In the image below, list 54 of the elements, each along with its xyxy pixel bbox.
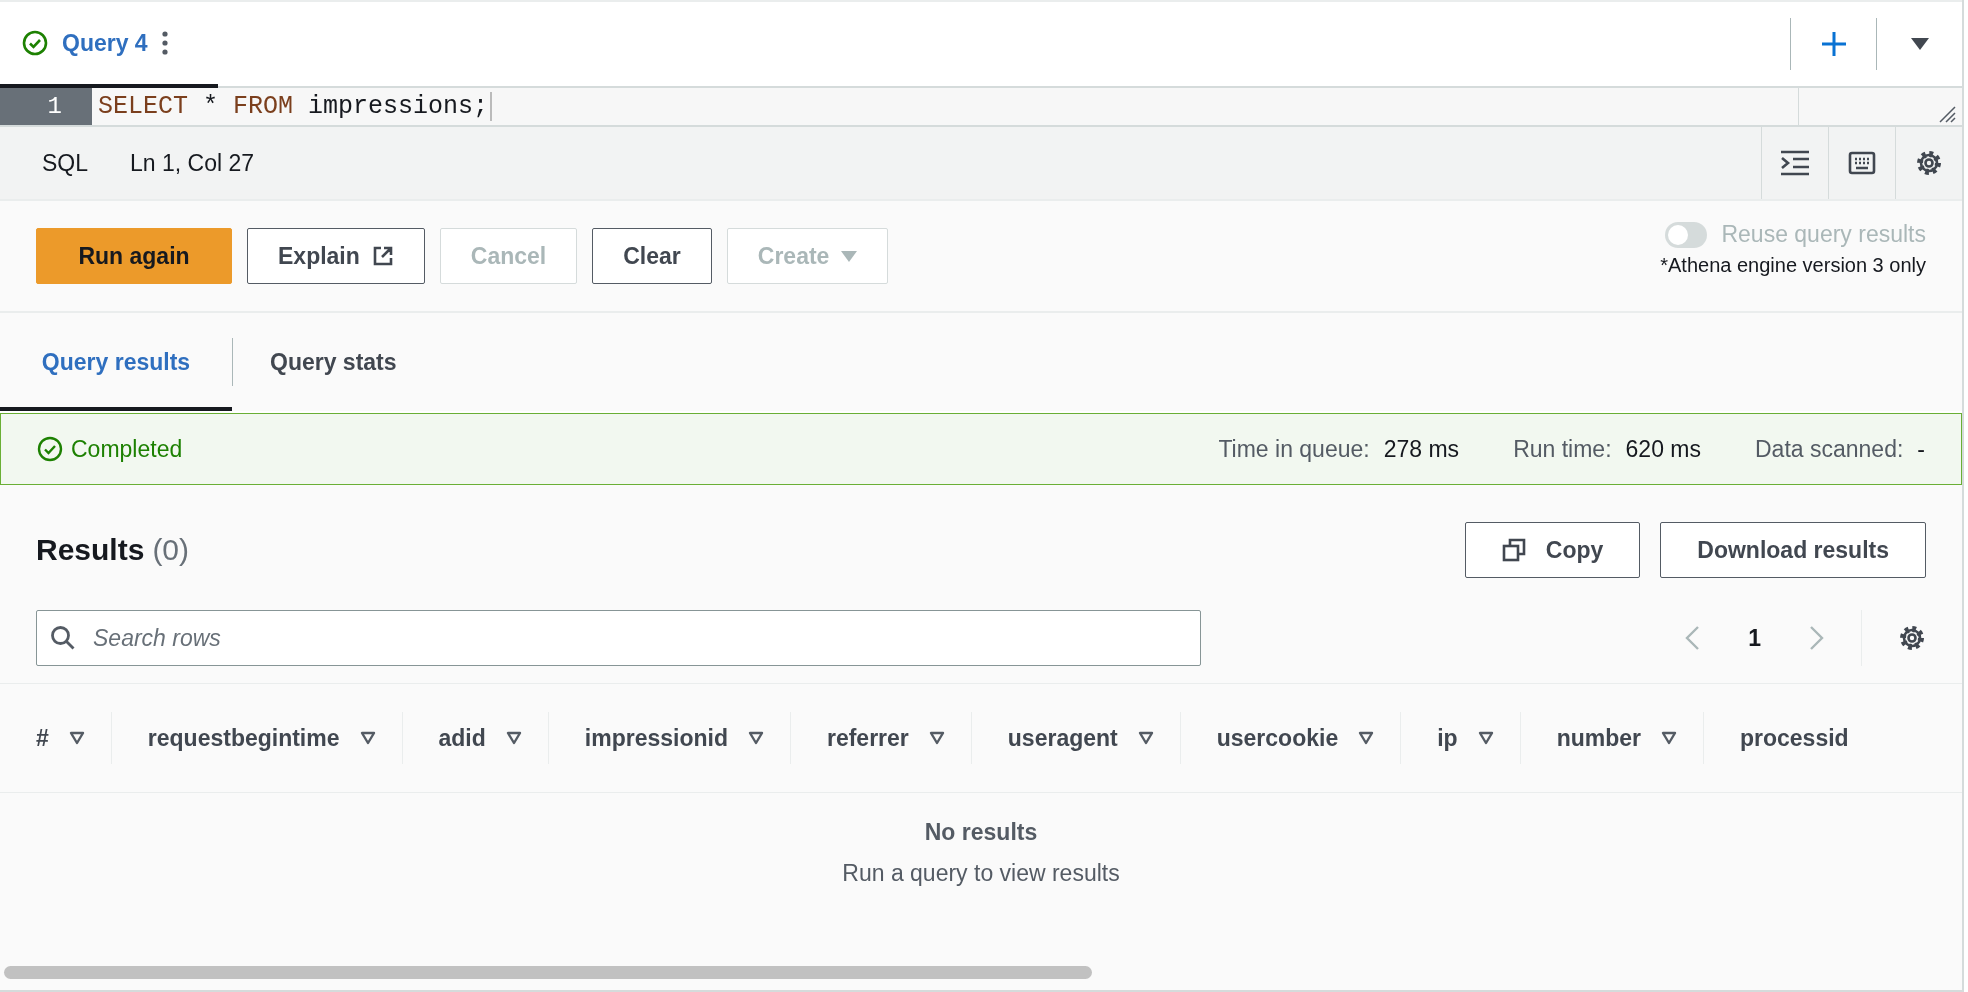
sort-icon[interactable] [1137,731,1154,745]
results-button[interactable]: Download results [1660,522,1926,578]
copy-icon [1501,538,1526,562]
sort-icon[interactable] [747,731,764,745]
cursor-position: Ln 1, Col 27 [129,148,255,178]
stat-value: - [1917,435,1925,463]
code-line[interactable]: SELECT * FROM impressions; [92,92,493,121]
plus-icon [1819,30,1848,58]
scrollbar-thumb[interactable] [4,966,1092,979]
column-header[interactable]: impressionid [584,724,764,752]
empty-title: No results [924,819,1038,846]
action-button[interactable]: Explain [247,228,425,284]
column-header[interactable]: requestbegintime [147,724,376,752]
stat-value: 620 ms [1625,435,1701,463]
engine-note: *Athena engine version 3 only [1660,254,1926,277]
column-header[interactable]: number [1556,724,1677,752]
resize-grip-icon[interactable] [1938,105,1956,123]
column-header[interactable]: usercookie [1216,724,1375,752]
column-header[interactable]: # [36,724,85,752]
stat-label: Data scanned: [1755,435,1904,463]
stat-label: Time in queue: [1218,435,1370,463]
results-title: Results [36,533,145,567]
settings-icon[interactable] [1898,624,1926,652]
column-header[interactable]: ip [1437,724,1494,752]
sort-icon[interactable] [1477,731,1494,745]
caret-icon [1910,38,1929,50]
column-header[interactable]: useragent [1007,724,1154,752]
column-header[interactable]: adid [438,724,522,752]
sort-icon[interactable] [1358,731,1375,745]
sort-icon[interactable] [1661,731,1677,745]
caret-icon [841,250,858,262]
results-count: (0) [152,533,190,567]
external-link-icon [371,245,394,267]
sort-icon[interactable] [928,731,945,745]
column-header[interactable]: referrer [826,724,945,752]
column-header[interactable]: processid [1740,724,1849,752]
sort-icon[interactable] [505,731,522,745]
search-field[interactable]: Search rows [36,610,1201,666]
results-button[interactable]: Copy [1464,522,1641,578]
more-icon[interactable] [161,31,168,55]
action-button[interactable]: Clear [592,228,712,284]
sort-icon[interactable] [359,731,376,745]
stat-value: 278 ms [1383,435,1460,463]
page-number[interactable]: 1 [1726,624,1783,652]
stat-label: Run time: [1513,435,1612,463]
line-number: 1 [0,88,92,125]
language-label: SQL [41,148,89,178]
status-label: Completed [71,435,183,463]
sort-icon[interactable] [68,731,85,745]
results-tab[interactable]: Query stats [233,313,434,411]
action-button[interactable]: Run again [36,228,232,284]
empty-message: Run a query to view results [842,860,1120,887]
toggle-label: Reuse query results [1721,221,1926,248]
check-circle-icon [37,436,63,462]
